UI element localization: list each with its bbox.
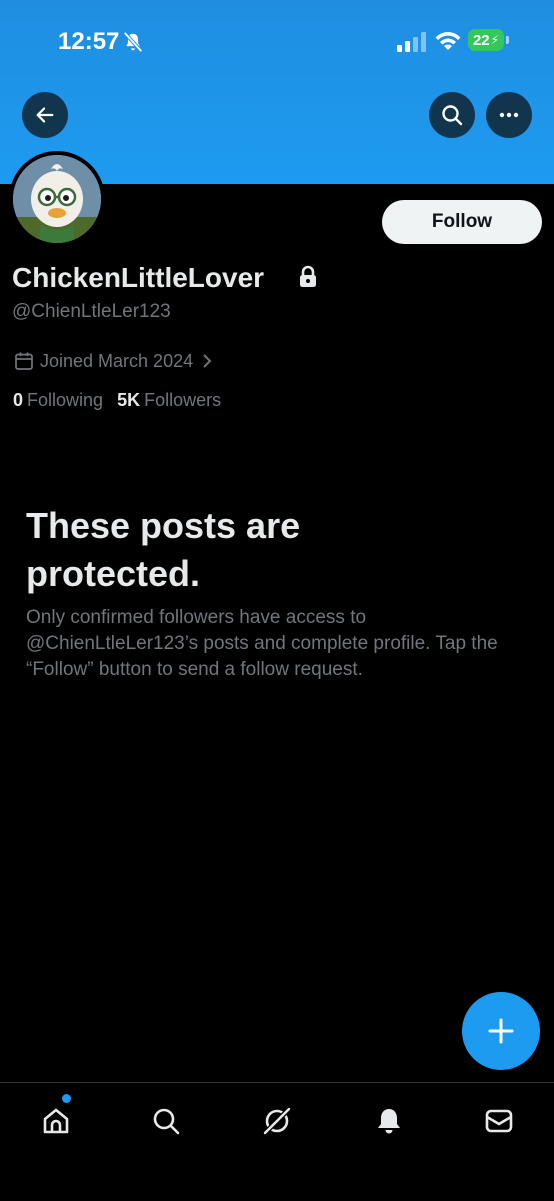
bell-icon bbox=[378, 1109, 400, 1134]
wifi-icon bbox=[435, 32, 461, 50]
more-button[interactable] bbox=[486, 92, 532, 138]
grok-icon bbox=[262, 1106, 292, 1136]
back-button[interactable] bbox=[22, 92, 68, 138]
calendar-icon bbox=[15, 352, 33, 370]
follow-button[interactable]: Follow bbox=[382, 200, 542, 244]
following-stat[interactable]: 0 Following bbox=[13, 390, 103, 411]
tab-messages[interactable] bbox=[479, 1101, 519, 1141]
protected-description: Only confirmed followers have access to … bbox=[26, 607, 498, 680]
status-time: 12:57 bbox=[58, 28, 120, 55]
search-button[interactable] bbox=[429, 92, 475, 138]
search-icon bbox=[442, 105, 463, 126]
chevron-right-icon bbox=[203, 354, 212, 368]
home-icon bbox=[43, 1108, 69, 1134]
follow-stats: 0 Following 5K Followers bbox=[13, 390, 235, 411]
lock-icon bbox=[300, 265, 316, 287]
more-icon bbox=[499, 112, 519, 118]
notification-dot bbox=[62, 1094, 71, 1103]
tab-notifications[interactable] bbox=[369, 1101, 409, 1141]
bottom-tab-bar bbox=[0, 1082, 554, 1201]
following-label: Following bbox=[27, 390, 104, 410]
charging-bolt-icon: ⚡ bbox=[490, 33, 500, 47]
search-icon bbox=[153, 1108, 180, 1135]
followers-stat[interactable]: 5K Followers bbox=[117, 390, 221, 411]
tab-search[interactable] bbox=[146, 1101, 186, 1141]
display-name: ChickenLittleLover bbox=[12, 262, 265, 293]
avatar[interactable] bbox=[9, 151, 105, 247]
followers-count: 5K bbox=[117, 390, 141, 410]
arrow-left-icon bbox=[36, 107, 54, 123]
bell-off-icon bbox=[123, 31, 143, 53]
mail-icon bbox=[485, 1109, 513, 1133]
tab-grok[interactable] bbox=[257, 1101, 297, 1141]
compose-button[interactable] bbox=[462, 992, 540, 1070]
battery-level: 22 bbox=[472, 31, 490, 49]
status-bar: 12:57 22 ⚡ bbox=[0, 0, 554, 84]
followers-label: Followers bbox=[144, 390, 222, 410]
chicken-avatar-image bbox=[13, 155, 101, 243]
protected-title: These posts are protected. bbox=[26, 505, 301, 594]
battery-indicator: 22 ⚡ bbox=[468, 29, 510, 53]
cellular-signal-icon bbox=[397, 32, 426, 52]
plus-icon bbox=[488, 1018, 514, 1044]
profile-handle: @ChienLtleLer123 bbox=[12, 301, 171, 322]
joined-text: Joined March 2024 bbox=[40, 350, 194, 371]
tab-home[interactable] bbox=[36, 1101, 76, 1141]
joined-date[interactable]: Joined March 2024 bbox=[14, 349, 219, 373]
following-count: 0 bbox=[13, 390, 24, 410]
